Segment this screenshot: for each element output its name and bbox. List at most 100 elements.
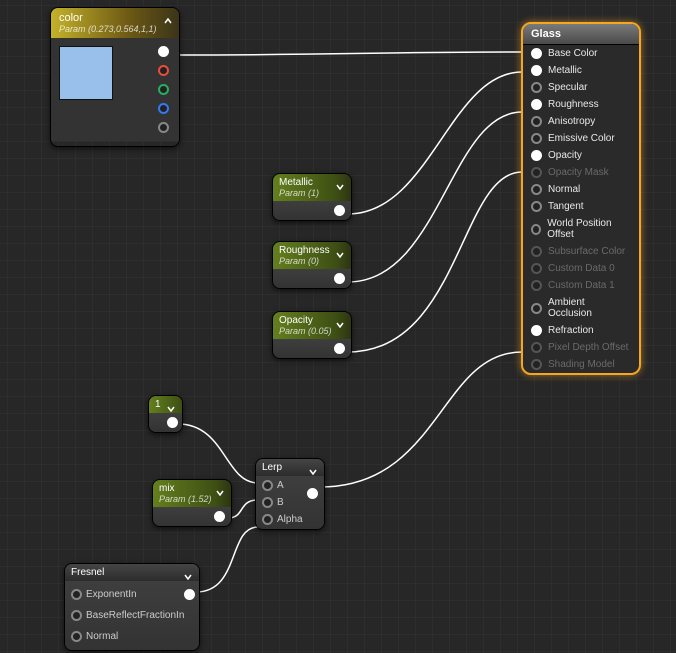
result-pin-metallic[interactable]: Metallic — [523, 62, 639, 79]
pin-label: World Position Offset — [547, 218, 631, 240]
pin-label: Shading Model — [548, 359, 615, 370]
node-header[interactable]: 1 — [149, 396, 182, 413]
output-pin-rgba[interactable] — [158, 46, 169, 57]
node-title: Fresnel — [71, 567, 104, 578]
output-pin-r[interactable] — [158, 65, 169, 76]
output-pin[interactable] — [307, 488, 318, 499]
output-pin[interactable] — [334, 273, 345, 284]
node-header[interactable]: mix Param (1.52) — [153, 480, 231, 507]
input-pin[interactable] — [531, 116, 542, 127]
input-pin[interactable] — [531, 201, 542, 212]
pin-label: Specular — [548, 82, 587, 93]
node-subtitle: Param (0.05) — [279, 326, 333, 336]
node-title: Opacity — [279, 315, 313, 326]
node-opacity-param[interactable]: Opacity Param (0.05) — [272, 311, 352, 359]
node-title: Lerp — [262, 462, 282, 473]
result-title[interactable]: Glass — [523, 24, 639, 45]
input-pin-alpha[interactable] — [262, 514, 273, 525]
node-roughness-param[interactable]: Roughness Param (0) — [272, 241, 352, 289]
result-pin-shading-model[interactable]: Shading Model — [523, 356, 639, 373]
result-pin-ambient-occlusion[interactable]: Ambient Occlusion — [523, 294, 639, 322]
node-constant-one[interactable]: 1 — [148, 395, 183, 433]
input-pin[interactable] — [531, 167, 542, 178]
node-mix-param[interactable]: mix Param (1.52) — [152, 479, 232, 527]
input-pin[interactable] — [531, 325, 542, 336]
input-pin[interactable] — [531, 48, 542, 59]
result-pin-anisotropy[interactable]: Anisotropy — [523, 113, 639, 130]
node-header[interactable]: Roughness Param (0) — [273, 242, 351, 269]
input-pin-base[interactable] — [71, 610, 82, 621]
node-title: 1 — [155, 399, 161, 410]
color-swatch[interactable] — [59, 46, 113, 100]
input-pin[interactable] — [531, 246, 542, 257]
input-pin[interactable] — [531, 280, 542, 291]
output-pin[interactable] — [334, 343, 345, 354]
collapse-icon[interactable] — [333, 318, 347, 332]
result-pin-base-color[interactable]: Base Color — [523, 45, 639, 62]
input-pin[interactable] — [531, 224, 541, 235]
node-header[interactable]: color Param (0.273,0.564,1,1) — [51, 8, 179, 38]
node-title: mix — [159, 483, 175, 494]
result-pin-specular[interactable]: Specular — [523, 79, 639, 96]
node-subtitle: Param (1) — [279, 188, 333, 198]
collapse-icon[interactable] — [161, 14, 175, 28]
node-header[interactable]: Opacity Param (0.05) — [273, 312, 351, 339]
result-pin-world-position-offset[interactable]: World Position Offset — [523, 215, 639, 243]
input-pin[interactable] — [531, 82, 542, 93]
result-pin-emissive-color[interactable]: Emissive Color — [523, 130, 639, 147]
input-label: B — [277, 497, 284, 508]
pin-label: Anisotropy — [548, 116, 595, 127]
pin-label: Metallic — [548, 65, 582, 76]
input-pin-a[interactable] — [262, 480, 273, 491]
input-label: ExponentIn — [86, 589, 137, 600]
input-pin[interactable] — [531, 359, 542, 370]
input-pin-exponent[interactable] — [71, 589, 82, 600]
input-pin[interactable] — [531, 342, 542, 353]
input-pin[interactable] — [531, 99, 542, 110]
result-pin-tangent[interactable]: Tangent — [523, 198, 639, 215]
output-pin-b[interactable] — [158, 103, 169, 114]
result-pin-opacity-mask[interactable]: Opacity Mask — [523, 164, 639, 181]
input-pin[interactable] — [531, 184, 542, 195]
output-pin[interactable] — [334, 205, 345, 216]
result-pin-subsurface-color[interactable]: Subsurface Color — [523, 243, 639, 260]
collapse-icon[interactable] — [306, 465, 320, 479]
input-pin[interactable] — [531, 133, 542, 144]
node-metallic-param[interactable]: Metallic Param (1) — [272, 173, 352, 221]
output-pin[interactable] — [167, 417, 178, 428]
material-result-node[interactable]: Glass Base Color Metallic Specular Roughnes… — [521, 22, 641, 375]
result-pin-roughness[interactable]: Roughness — [523, 96, 639, 113]
node-header[interactable]: Metallic Param (1) — [273, 174, 351, 201]
output-pin-a[interactable] — [158, 122, 169, 133]
node-color-param[interactable]: color Param (0.273,0.564,1,1) — [50, 7, 180, 147]
node-title: Metallic — [279, 177, 313, 188]
input-pin[interactable] — [531, 150, 542, 161]
collapse-icon[interactable] — [213, 486, 227, 500]
output-pin[interactable] — [214, 511, 225, 522]
output-pin[interactable] — [184, 589, 195, 600]
input-pin[interactable] — [531, 303, 542, 314]
node-header[interactable]: Fresnel — [65, 564, 199, 581]
result-pin-opacity[interactable]: Opacity — [523, 147, 639, 164]
result-pin-custom-data-0[interactable]: Custom Data 0 — [523, 260, 639, 277]
result-pin-normal[interactable]: Normal — [523, 181, 639, 198]
collapse-icon[interactable] — [333, 248, 347, 262]
node-fresnel[interactable]: Fresnel ExponentIn BaseReflectFractionIn… — [64, 563, 200, 651]
input-pin[interactable] — [531, 263, 542, 274]
pin-label: Custom Data 1 — [548, 280, 615, 291]
result-pin-refraction[interactable]: Refraction — [523, 322, 639, 339]
collapse-icon[interactable] — [181, 570, 195, 584]
node-lerp[interactable]: Lerp A B Alpha — [255, 458, 325, 530]
collapse-icon[interactable] — [333, 180, 347, 194]
input-pin[interactable] — [531, 65, 542, 76]
pin-label: Custom Data 0 — [548, 263, 615, 274]
input-pin-normal[interactable] — [71, 631, 82, 642]
node-header[interactable]: Lerp — [256, 459, 324, 476]
result-pin-custom-data-1[interactable]: Custom Data 1 — [523, 277, 639, 294]
pin-label: Opacity Mask — [548, 167, 609, 178]
input-pin-b[interactable] — [262, 497, 273, 508]
node-title: Roughness — [279, 245, 330, 256]
result-pin-pixel-depth-offset[interactable]: Pixel Depth Offset — [523, 339, 639, 356]
collapse-icon[interactable] — [164, 402, 178, 416]
output-pin-g[interactable] — [158, 84, 169, 95]
